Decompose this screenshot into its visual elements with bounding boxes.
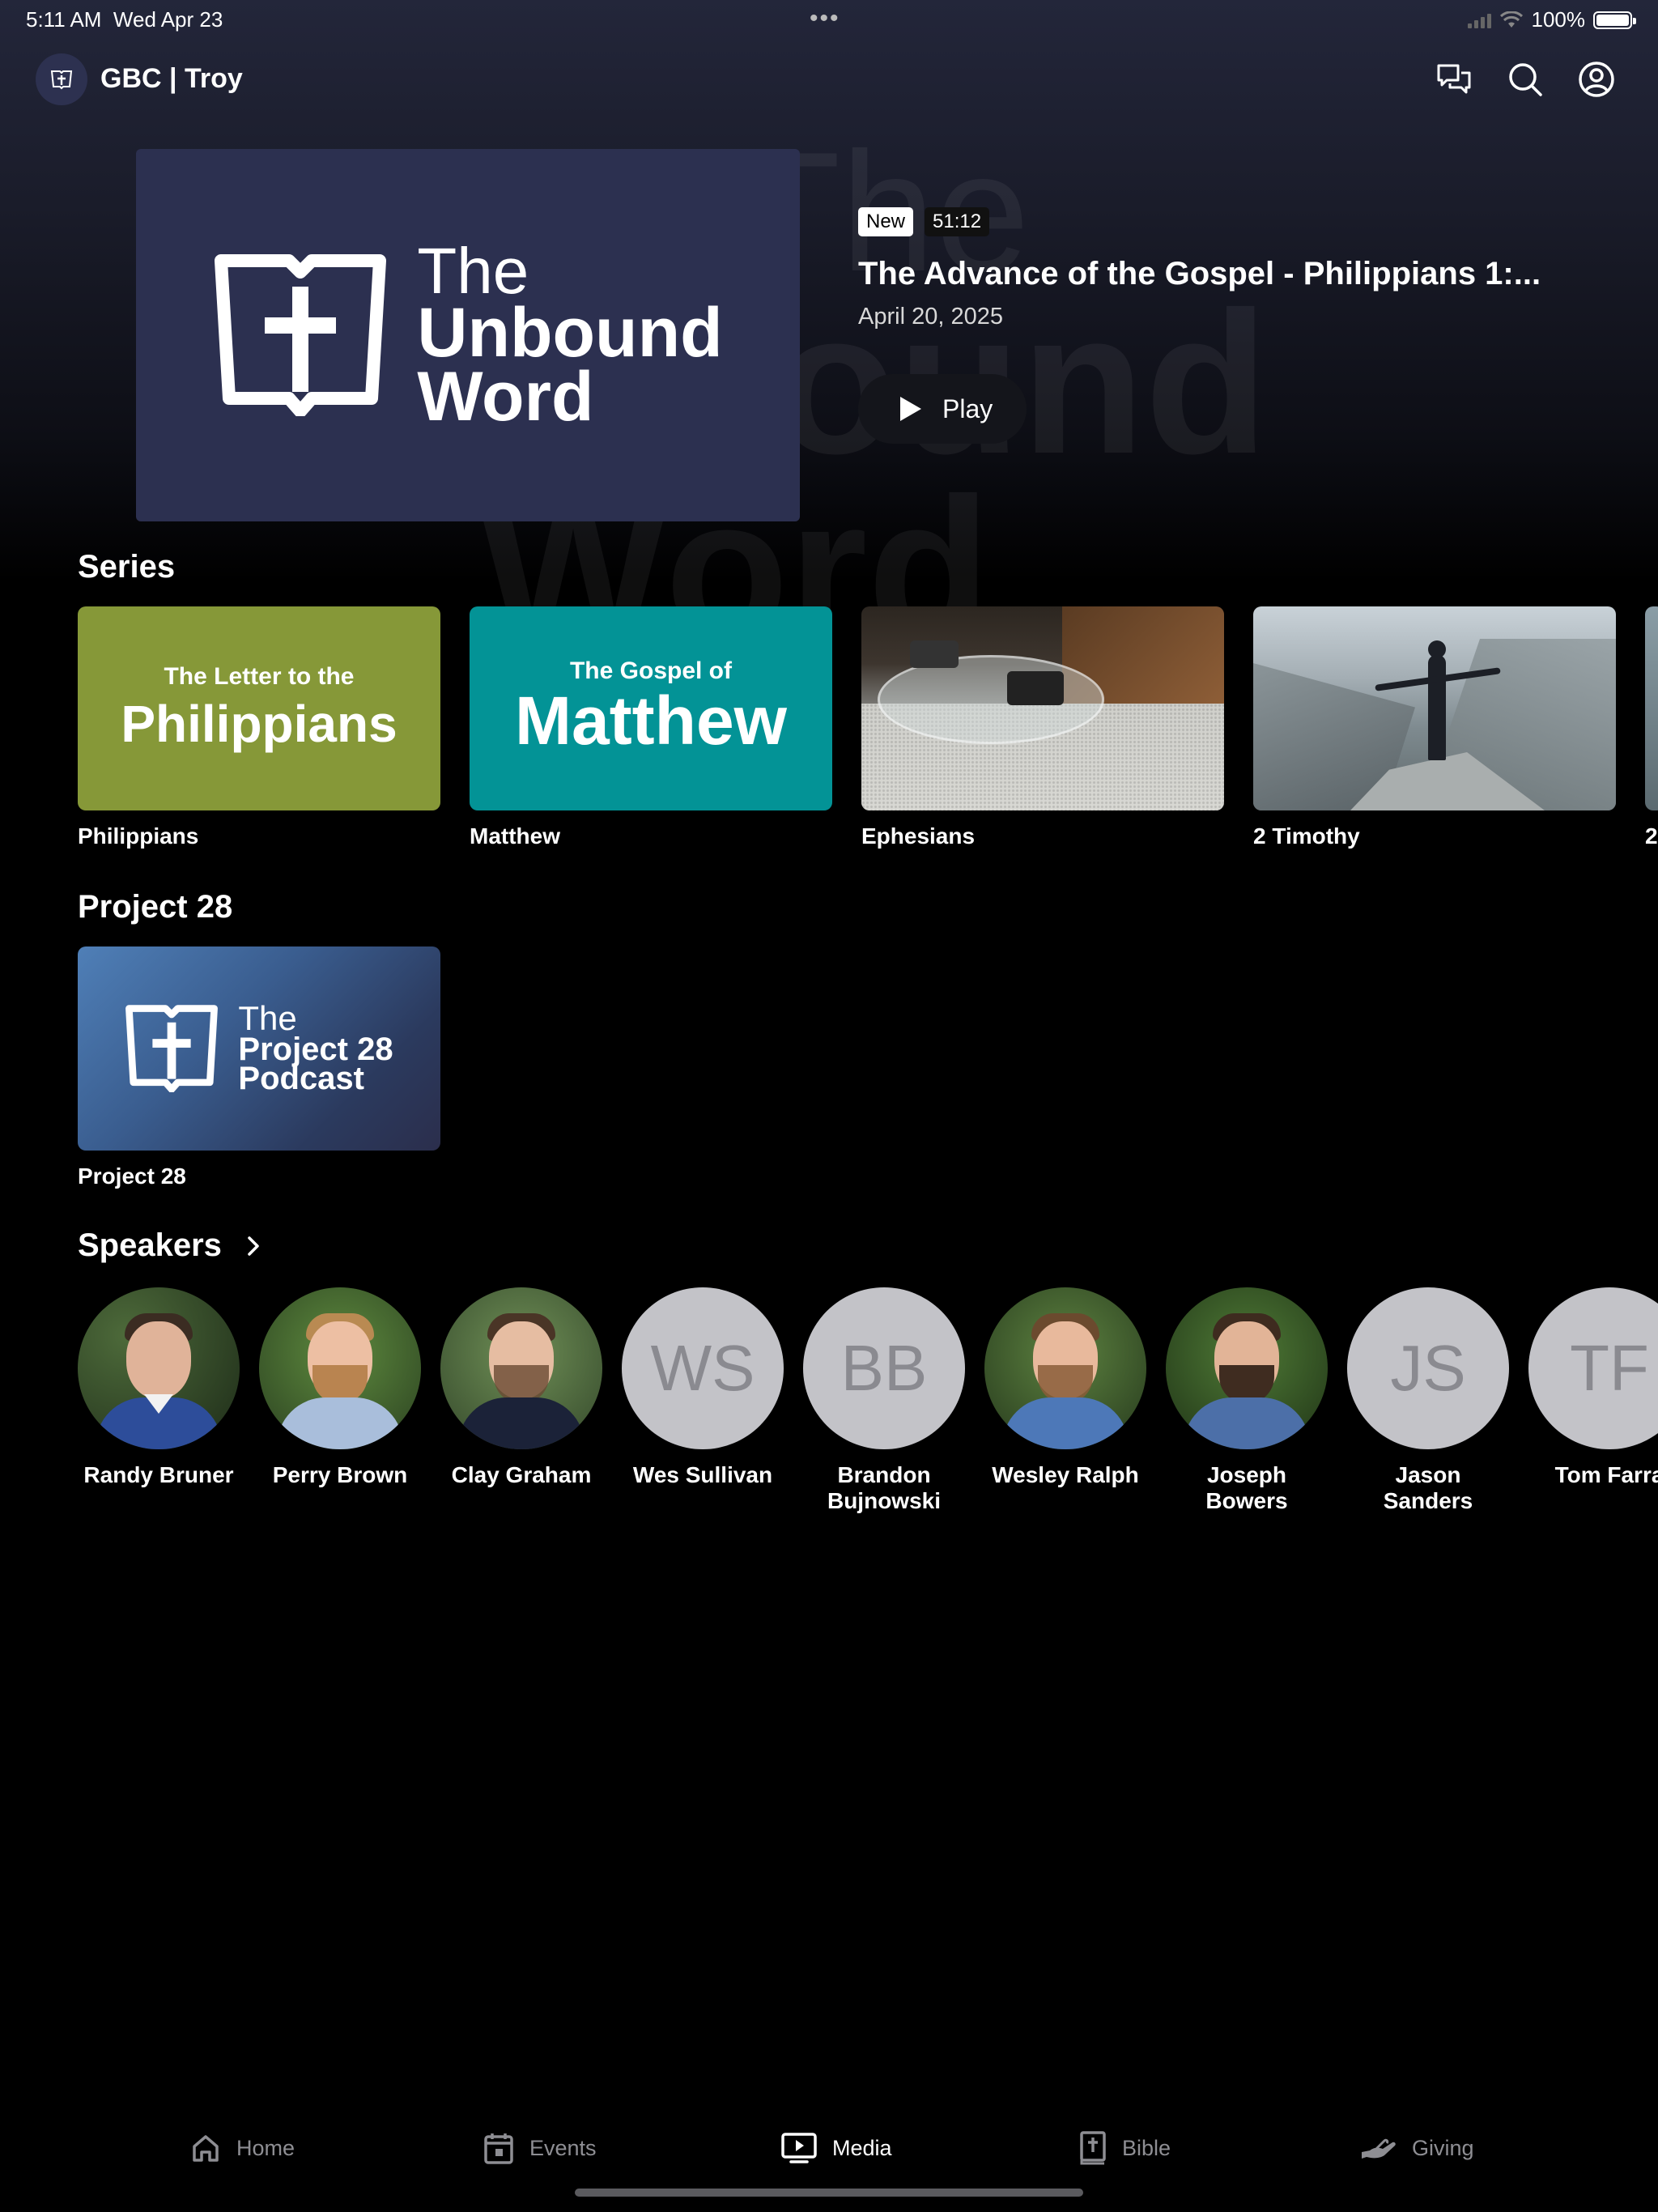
speaker-name: Wesley Ralph	[992, 1462, 1139, 1487]
tv-play-icon	[781, 2133, 817, 2163]
status-time-date: 5:11 AM Wed Apr 23	[26, 7, 223, 32]
series-card-2-timothy[interactable]: 2 Timothy	[1253, 606, 1616, 849]
app-title: GBC | Troy	[100, 63, 243, 94]
speaker-initials-avatar: BB	[803, 1287, 965, 1449]
series-row: The Letter to the Philippians Philippian…	[78, 606, 1658, 849]
chevron-right-icon[interactable]	[246, 1235, 261, 1257]
speaker-name: Jason Sanders	[1383, 1462, 1473, 1514]
multitasking-dots[interactable]: •••	[810, 5, 840, 32]
series-card-partial[interactable]: 2	[1645, 606, 1658, 849]
speakers-section-title: Speakers	[78, 1227, 222, 1263]
open-bible-cross-icon	[125, 1005, 219, 1092]
featured-sermon-title[interactable]: The Advance of the Gospel - Philippians …	[858, 256, 1541, 292]
project28-card-label: Project 28	[78, 1163, 186, 1189]
series-card-label: Philippians	[78, 823, 199, 849]
series-card-ephesians[interactable]: Ephesians	[861, 606, 1224, 849]
cellular-signal-icon	[1467, 12, 1491, 28]
featured-sermon-date: April 20, 2025	[858, 304, 1003, 330]
battery-percentage: 100%	[1531, 7, 1586, 32]
account-icon[interactable]	[1575, 58, 1618, 100]
open-bible-cross-icon	[215, 254, 387, 416]
speaker-initials-avatar: TF	[1528, 1287, 1658, 1449]
speaker-item[interactable]: Joseph Bowers	[1166, 1287, 1328, 1514]
series-card-philippians[interactable]: The Letter to the Philippians Philippian…	[78, 606, 440, 849]
speakers-header[interactable]: Speakers	[78, 1227, 261, 1264]
series-card-matthew[interactable]: The Gospel of Matthew Matthew	[470, 606, 832, 849]
series-card-label: Matthew	[470, 823, 560, 849]
series-artwork-photo	[861, 606, 1224, 810]
speaker-avatar	[1166, 1287, 1328, 1449]
home-indicator[interactable]	[575, 2189, 1083, 2197]
status-bar: 5:11 AM Wed Apr 23 ••• 100%	[0, 0, 1658, 39]
home-icon	[193, 2135, 219, 2162]
speaker-name: Brandon Bujnowski	[827, 1462, 941, 1514]
duration-badge: 51:12	[925, 207, 990, 236]
speaker-initials-avatar: JS	[1347, 1287, 1509, 1449]
status-right: 100%	[1467, 7, 1636, 32]
speaker-avatar	[78, 1287, 240, 1449]
tab-media[interactable]: Media	[780, 2120, 892, 2176]
new-badge: New	[858, 207, 914, 236]
tab-home[interactable]: Home	[189, 2120, 295, 2176]
speaker-avatar	[259, 1287, 421, 1449]
speaker-item[interactable]: BB Brandon Bujnowski	[803, 1287, 965, 1514]
unbound-word-wordmark: The Unbound Word	[417, 235, 723, 436]
bible-logo-icon	[50, 70, 73, 90]
project28-wordmark: The Project 28 Podcast	[238, 998, 393, 1097]
bible-icon	[1080, 2131, 1106, 2165]
speaker-item[interactable]: JS Jason Sanders	[1347, 1287, 1509, 1514]
play-icon	[900, 397, 921, 421]
speaker-name: Perry Brown	[272, 1462, 408, 1487]
series-artwork: The Gospel of Matthew	[470, 606, 832, 810]
church-logo[interactable]	[36, 53, 87, 105]
speaker-item[interactable]: Perry Brown	[259, 1287, 421, 1514]
speaker-item[interactable]: Randy Bruner	[78, 1287, 240, 1514]
speaker-name: Joseph Bowers	[1205, 1462, 1288, 1514]
speakers-row: Randy Bruner Perry Brown Clay Graham WS …	[78, 1287, 1658, 1514]
battery-icon	[1593, 11, 1636, 29]
series-card-label: Ephesians	[861, 823, 976, 849]
project28-artwork: The Project 28 Podcast	[78, 946, 440, 1151]
app-header: GBC | Troy	[0, 53, 1658, 105]
series-artwork: The Letter to the Philippians	[78, 606, 440, 810]
play-label: Play	[942, 393, 993, 423]
speaker-item[interactable]: Wesley Ralph	[984, 1287, 1146, 1514]
calendar-icon	[484, 2133, 513, 2164]
play-button[interactable]: Play	[858, 374, 1027, 444]
speaker-name: Clay Graham	[451, 1462, 592, 1487]
speaker-item[interactable]: WS Wes Sullivan	[622, 1287, 784, 1514]
speaker-avatar	[984, 1287, 1146, 1449]
project28-card[interactable]: The Project 28 Podcast Project 28	[78, 946, 440, 1189]
featured-sermon-artwork[interactable]: The Unbound Word	[136, 149, 800, 521]
speaker-initials-avatar: WS	[622, 1287, 784, 1449]
tab-giving[interactable]: Giving	[1360, 2120, 1474, 2176]
speaker-name: Tom Farra	[1554, 1462, 1658, 1487]
tab-bar: Home Events Media Bible Giving	[0, 2120, 1658, 2176]
tab-events[interactable]: Events	[483, 2120, 597, 2176]
series-card-label: 2	[1645, 823, 1658, 849]
project28-section-title: Project 28	[78, 889, 233, 925]
speaker-item[interactable]: Clay Graham	[440, 1287, 602, 1514]
tab-bible[interactable]: Bible	[1078, 2120, 1171, 2176]
speaker-name: Wes Sullivan	[632, 1462, 773, 1487]
speaker-name: Randy Bruner	[83, 1462, 234, 1487]
featured-sermon-info: New 51:12 The Advance of the Gospel - Ph…	[858, 207, 1541, 444]
series-artwork-photo	[1645, 606, 1658, 810]
project28-row: The Project 28 Podcast Project 28	[78, 946, 440, 1189]
search-icon[interactable]	[1504, 58, 1546, 100]
giving-hand-icon	[1362, 2138, 1396, 2159]
series-card-label: 2 Timothy	[1253, 823, 1360, 849]
chat-icon[interactable]	[1433, 58, 1475, 100]
series-section-title: Series	[78, 549, 176, 585]
wifi-icon	[1499, 11, 1523, 28]
speaker-avatar	[440, 1287, 602, 1449]
speaker-item[interactable]: TF Tom Farra	[1528, 1287, 1658, 1514]
series-artwork-photo	[1253, 606, 1616, 810]
